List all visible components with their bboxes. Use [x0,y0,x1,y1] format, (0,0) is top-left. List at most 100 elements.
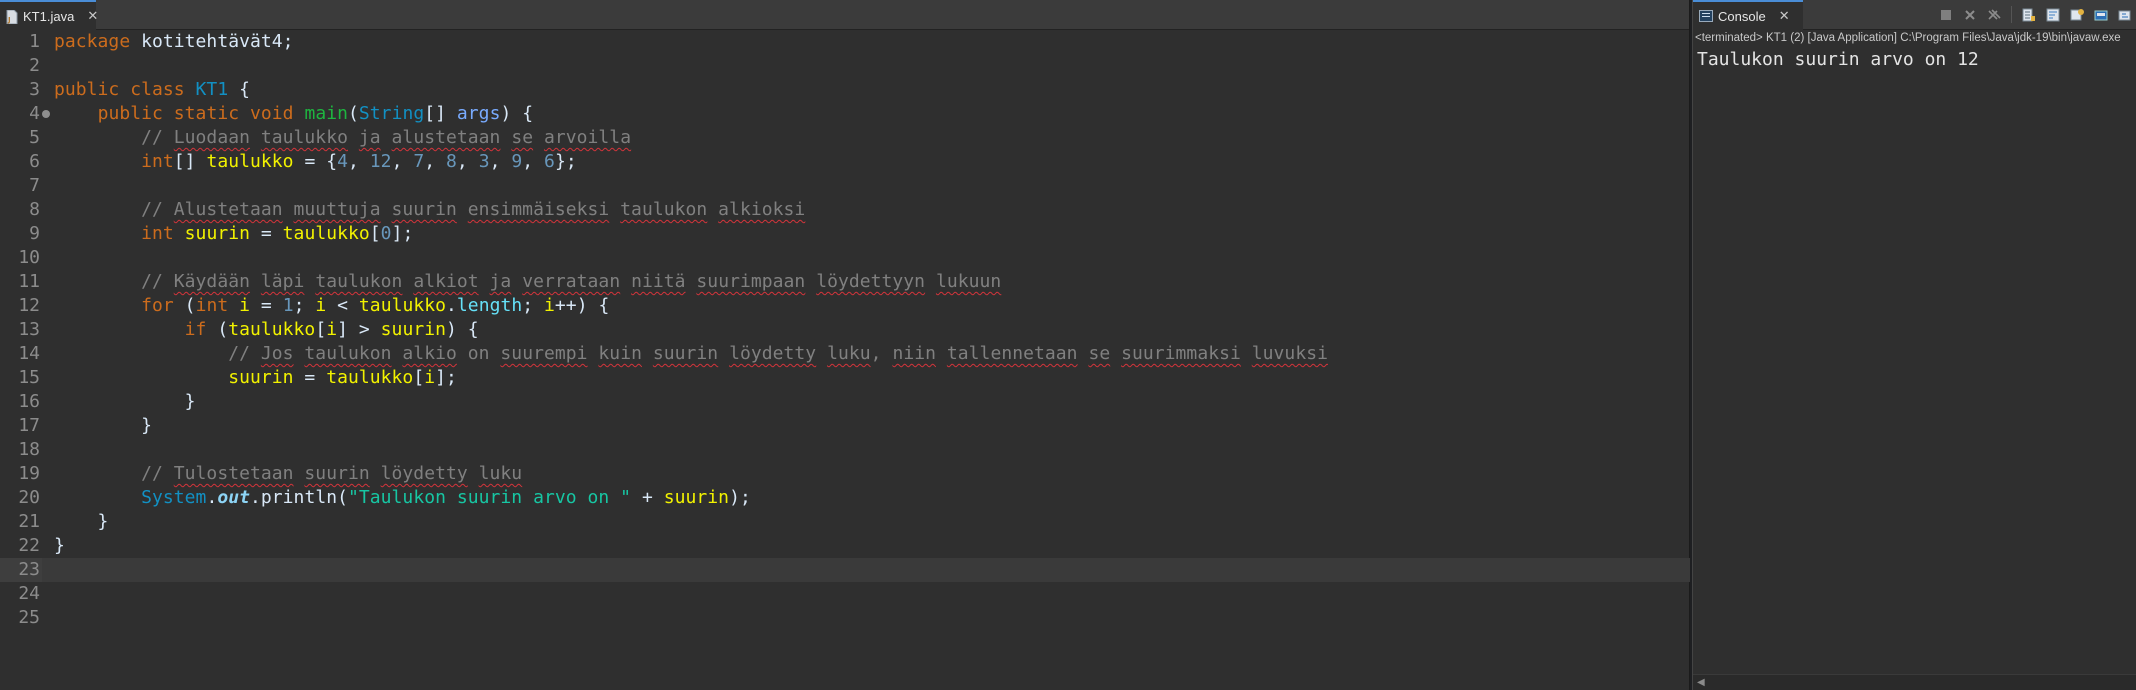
code-token: = { [293,151,338,172]
remove-all-icon[interactable] [1985,6,2003,23]
open-console-icon[interactable] [2116,6,2134,23]
remove-launch-icon[interactable] [1961,6,1979,23]
terminate-icon[interactable] [1937,6,1955,23]
code-line[interactable]: 2 [0,54,1690,78]
code-line[interactable]: 1 package kotitehtävät4; [0,30,1690,54]
code-line[interactable]: 25 [0,606,1690,630]
code-token: "Taulukon suurin arvo on " [348,487,632,508]
line-number: 19 [18,463,40,484]
code-token: Alustetaan [173,199,283,220]
code-token: suurin [663,487,730,508]
code-token: kuin [598,343,642,364]
line-number: 13 [18,319,40,340]
code-token: 3 [478,151,490,172]
code-token: 1 [282,295,294,316]
word-wrap-icon[interactable] [2044,6,2062,23]
code-token: ]; [435,367,457,388]
close-tab-icon[interactable]: ✕ [87,9,98,24]
code-token: ) { [500,103,534,124]
code-line[interactable]: 21 } [0,510,1690,534]
code-token: . [250,487,261,508]
code-token: [ [315,319,327,340]
code-token: alkio [402,343,457,364]
code-token: ( [348,103,359,124]
scroll-left-arrow-icon[interactable]: ◀ [1697,677,1705,688]
code-line[interactable]: 18 [0,438,1690,462]
editor-tab-bar: J KT1.java ✕ [0,0,1689,30]
code-token: luvuksi [1251,343,1328,364]
code-token: i [424,367,436,388]
fold-toggle-icon[interactable] [42,110,50,118]
code-token: } [54,415,152,436]
scroll-lock-icon[interactable] [2020,6,2038,23]
code-line[interactable]: 15 suurin = taulukko[i]; [0,366,1690,390]
code-token: = [250,295,283,316]
code-token: löydetty [729,343,817,364]
code-line[interactable]: 3 public class KT1 { [0,78,1690,102]
code-line[interactable]: 20 System.out.println("Taulukon suurin a… [0,486,1690,510]
code-token: + [631,487,664,508]
code-token: public [97,103,163,124]
code-token: niitä [631,271,686,292]
code-line[interactable]: 7 [0,174,1690,198]
code-text: if (taulukko[i] > suurin) { [54,318,479,342]
code-line[interactable]: 12 for (int i = 1; i < taulukko.length; … [0,294,1690,318]
code-editor[interactable]: 1 package kotitehtävät4; 2 3 public class KT… [0,30,1690,690]
code-line[interactable]: 5 // Luodaan taulukko ja alustetaan se a… [0,126,1690,150]
code-line[interactable]: 13 if (taulukko[i] > suurin) { [0,318,1690,342]
code-line[interactable]: 23 [0,558,1690,582]
line-number: 14 [18,343,40,364]
code-token: suurin [304,463,370,484]
show-on-output-icon[interactable] [2068,6,2086,23]
code-token: Jos [260,343,294,364]
code-token: ); [729,487,751,508]
code-token: tallennetaan [946,343,1078,364]
line-number: 10 [18,247,40,268]
code-line[interactable]: 16 } [0,390,1690,414]
close-console-tab-icon[interactable]: ✕ [1779,9,1790,24]
code-line[interactable]: 8 // Alustetaan muuttuja suurin ensimmäi… [0,198,1690,222]
code-line[interactable]: 19 // Tulostetaan suurin löydetty luku [0,462,1690,486]
code-token: i [315,295,327,316]
code-line[interactable]: 17 } [0,414,1690,438]
code-token: suurin [380,319,446,340]
code-line[interactable]: 6 int[] taulukko = {4, 12, 7, 8, 3, 9, 6… [0,150,1690,174]
code-token: void [250,103,294,124]
code-token: taulukon [620,199,708,220]
code-text: suurin = taulukko[i]; [54,366,457,390]
code-text: int suurin = taulukko[0]; [54,222,413,246]
code-token: luku [478,463,523,484]
code-token: } [54,511,109,532]
code-line[interactable]: 22} [0,534,1690,558]
code-token: ; [522,295,545,316]
code-token: System [141,487,207,508]
tab-kt1-java[interactable]: J KT1.java ✕ [0,0,98,30]
code-line[interactable]: 14 // Jos taulukon alkio on suurempi kui… [0,342,1690,366]
code-line[interactable]: 9 int suurin = taulukko[0]; [0,222,1690,246]
code-token: length [456,295,523,316]
code-line[interactable]: 4 public static void main(String[] args)… [0,102,1690,126]
code-token: // [54,199,174,220]
code-token: on [456,343,501,364]
code-token: niin [892,343,936,364]
code-line[interactable]: 24 [0,582,1690,606]
code-line[interactable]: 11 // Käydään läpi taulukon alkiot ja ve… [0,270,1690,294]
code-line[interactable]: 10 [0,246,1690,270]
console-output[interactable]: Taulukon suurin arvo on 12 [1697,48,1979,72]
tab-console[interactable]: Console ✕ [1693,0,1803,30]
console-tab-bar: Console ✕ [1693,0,2136,30]
console-horizontal-scrollbar[interactable]: ◀ [1693,674,2136,690]
pin-console-icon[interactable] [2092,6,2110,23]
code-token: läpi [260,271,305,292]
